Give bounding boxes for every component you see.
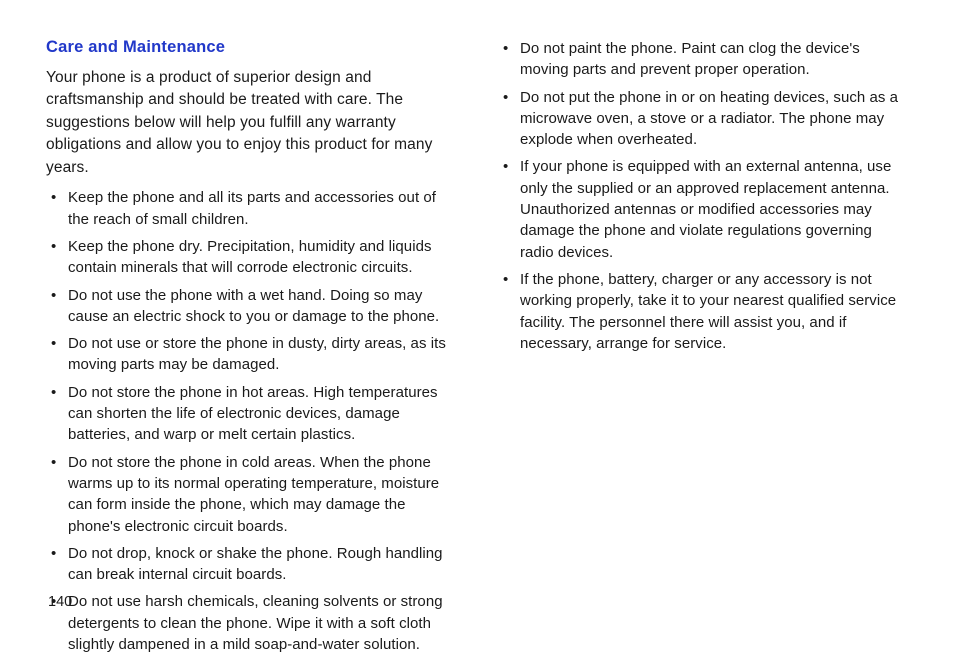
list-item: Do not use the phone with a wet hand. Do… (46, 285, 456, 328)
content-columns: Care and Maintenance Your phone is a pro… (46, 38, 908, 661)
section-heading: Care and Maintenance (46, 38, 456, 57)
bullet-list-left: Keep the phone and all its parts and acc… (46, 187, 456, 655)
list-item: If the phone, battery, charger or any ac… (498, 269, 908, 354)
list-item: Keep the phone and all its parts and acc… (46, 187, 456, 230)
page-number: 140 (48, 594, 72, 610)
list-item: Do not use or store the phone in dusty, … (46, 333, 456, 376)
list-item: Do not paint the phone. Paint can clog t… (498, 38, 908, 81)
column-right: Do not paint the phone. Paint can clog t… (498, 38, 908, 661)
bullet-list-right: Do not paint the phone. Paint can clog t… (498, 38, 908, 354)
list-item: Keep the phone dry. Precipitation, humid… (46, 236, 456, 279)
list-item: Do not store the phone in cold areas. Wh… (46, 452, 456, 537)
column-left: Care and Maintenance Your phone is a pro… (46, 38, 456, 661)
list-item: Do not use harsh chemicals, cleaning sol… (46, 591, 456, 655)
list-item: Do not put the phone in or on heating de… (498, 87, 908, 151)
list-item: Do not store the phone in hot areas. Hig… (46, 382, 456, 446)
list-item: If your phone is equipped with an extern… (498, 156, 908, 262)
intro-paragraph: Your phone is a product of superior desi… (46, 67, 456, 179)
list-item: Do not drop, knock or shake the phone. R… (46, 543, 456, 586)
